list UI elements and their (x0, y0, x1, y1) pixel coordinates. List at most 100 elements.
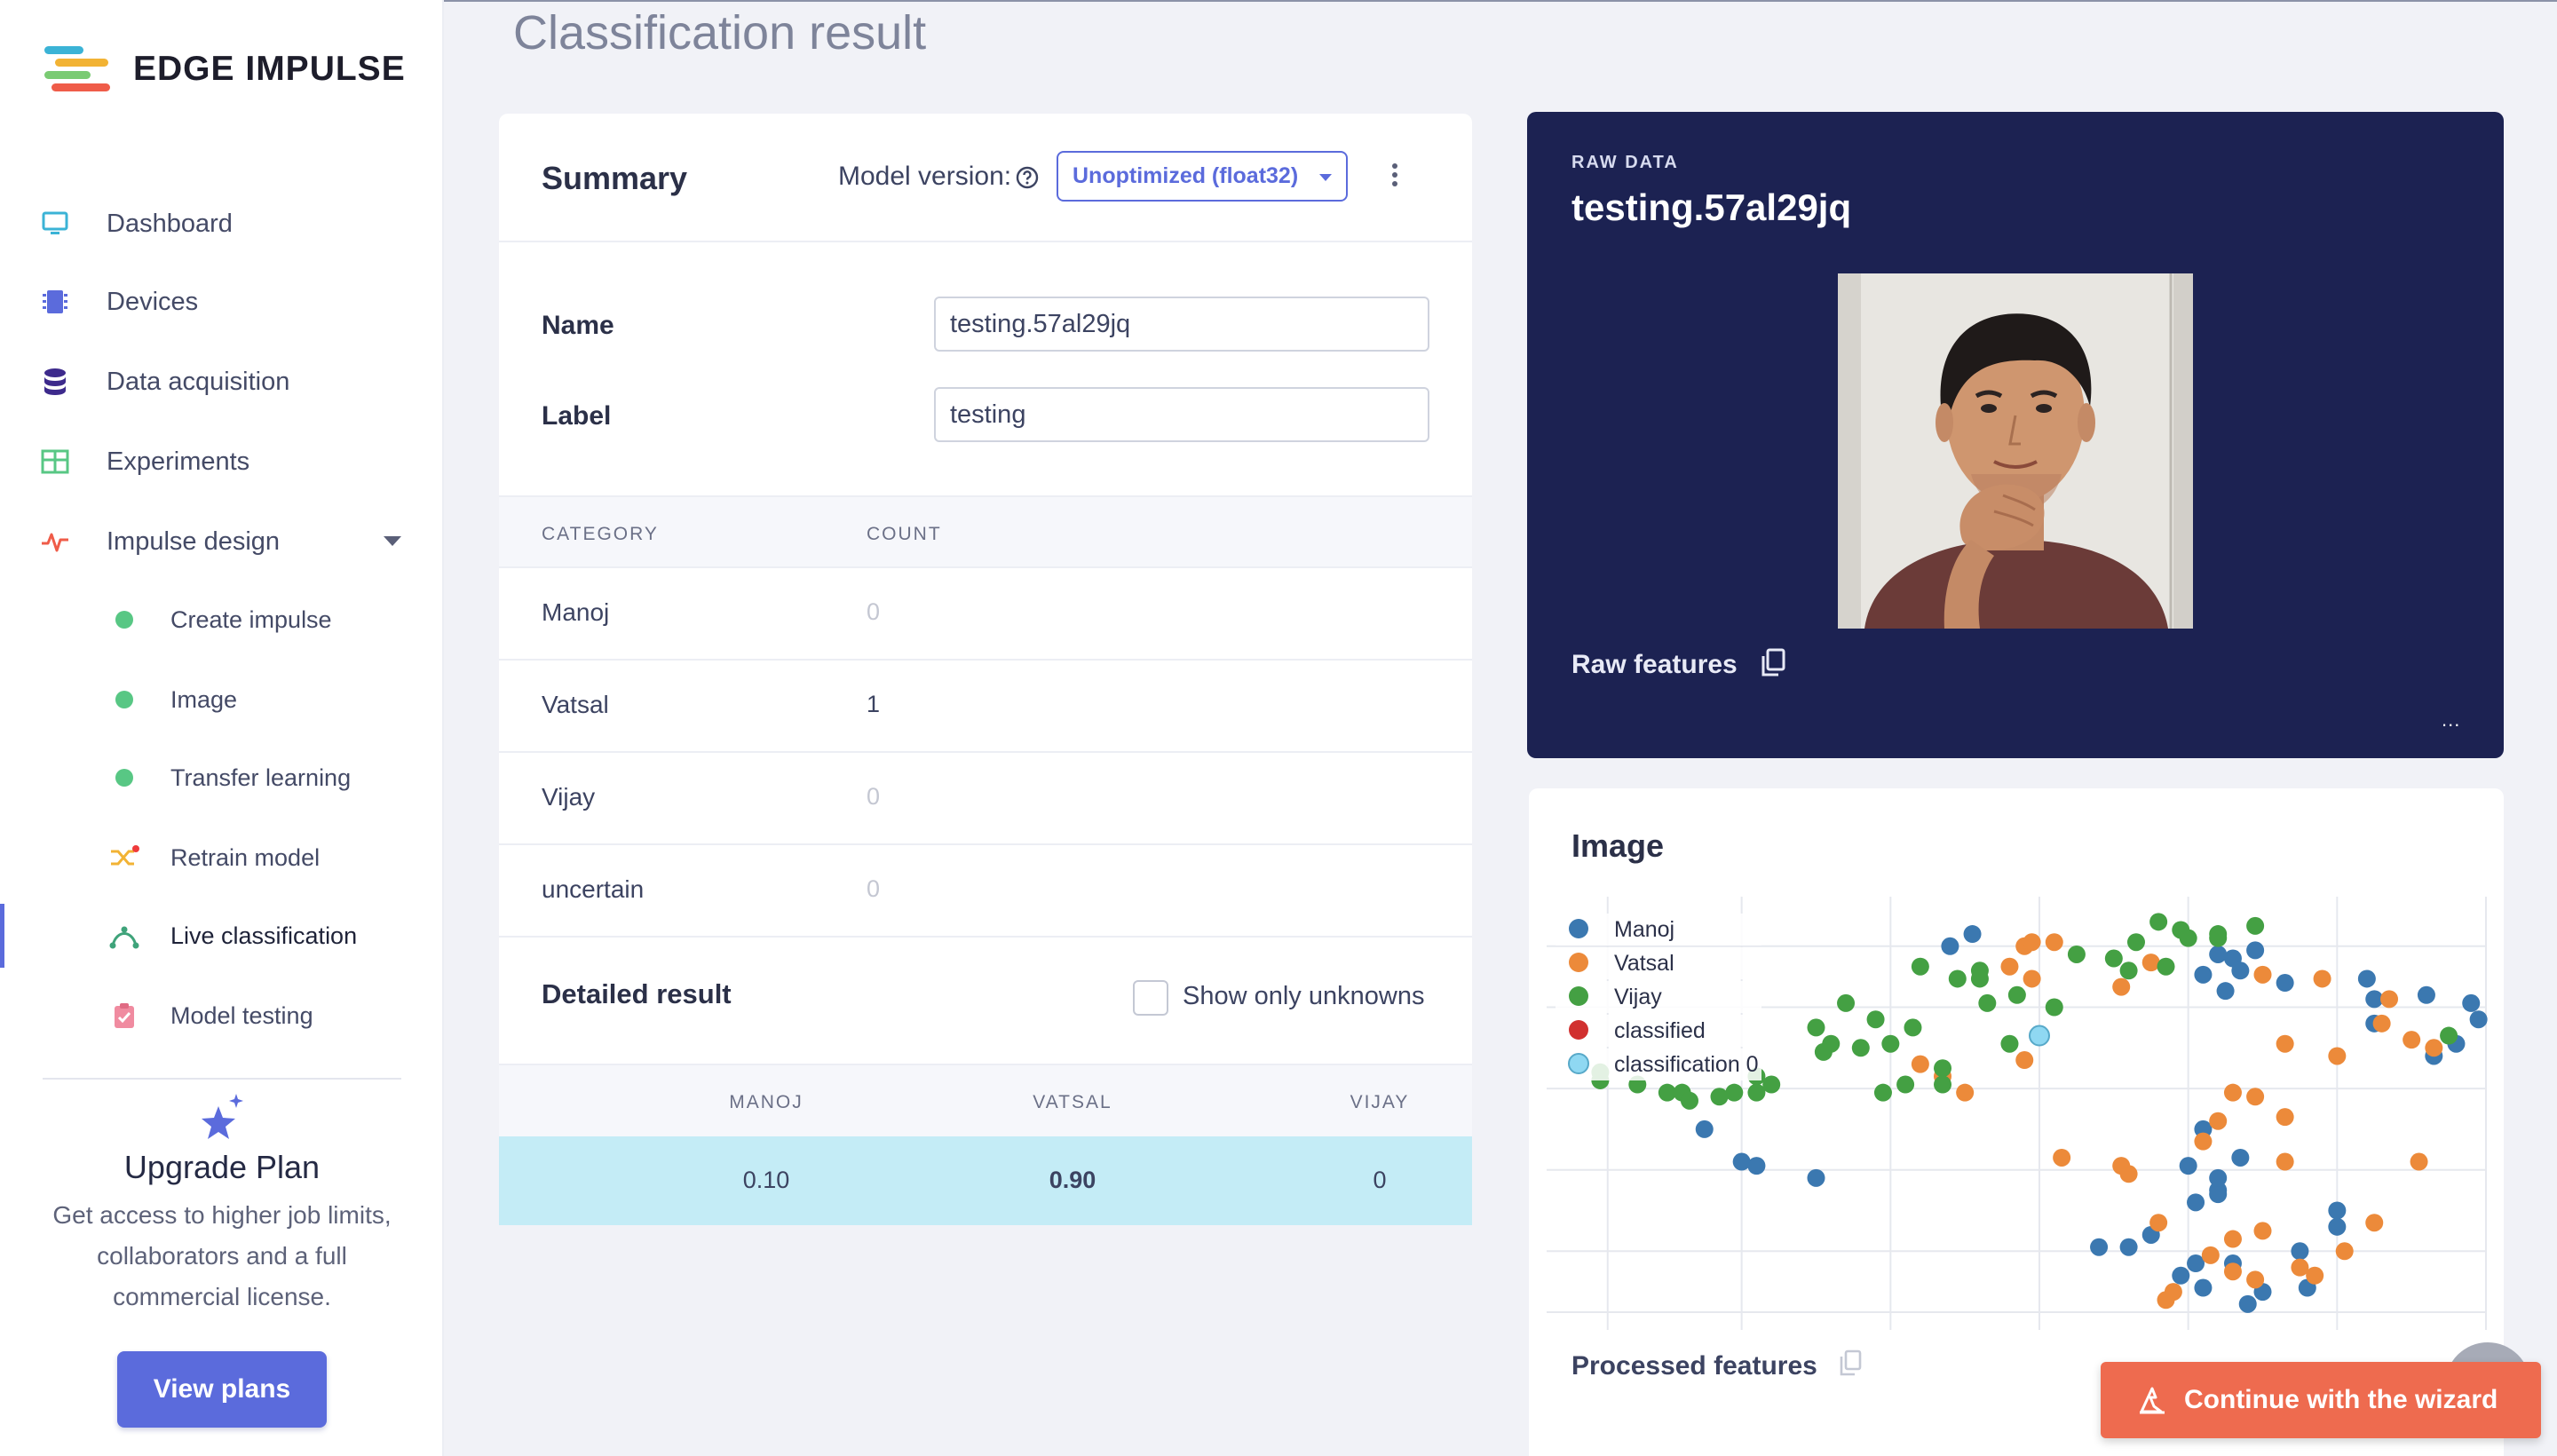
data-point-manoj[interactable] (2417, 985, 2435, 1004)
detailed-result-row[interactable]: 0.10 0.90 0 (499, 1136, 1472, 1225)
data-point-manoj[interactable] (2238, 1294, 2257, 1313)
data-point-vijay[interactable] (2067, 945, 2086, 963)
data-point-vatsal[interactable] (2045, 933, 2063, 952)
data-point-vatsal[interactable] (2276, 1108, 2294, 1127)
chevron-down-icon[interactable] (384, 536, 401, 546)
data-point-vatsal[interactable] (2119, 1165, 2138, 1183)
data-point-classification-0[interactable] (2029, 1025, 2050, 1047)
data-point-vijay[interactable] (2007, 985, 2026, 1004)
view-plans-button[interactable]: View plans (117, 1351, 327, 1428)
data-point-vatsal[interactable] (2149, 1214, 2168, 1232)
data-point-vijay[interactable] (2000, 1034, 2019, 1053)
data-point-vatsal[interactable] (2253, 1222, 2272, 1240)
data-point-vatsal[interactable] (1956, 1083, 1975, 1102)
data-point-vatsal[interactable] (2223, 1230, 2242, 1248)
data-point-vijay[interactable] (1747, 1083, 1766, 1102)
data-point-vijay[interactable] (2172, 921, 2190, 939)
legend-label[interactable]: Vijay (1614, 985, 1662, 1009)
help-circle-icon[interactable] (1016, 166, 1039, 189)
data-point-vijay[interactable] (1881, 1034, 1900, 1053)
data-point-vatsal[interactable] (2306, 1266, 2324, 1285)
data-point-vatsal[interactable] (2365, 1214, 2384, 1232)
data-point-vatsal[interactable] (1911, 1055, 1929, 1073)
data-point-vatsal[interactable] (2313, 969, 2331, 988)
data-point-manoj[interactable] (2179, 1157, 2197, 1175)
sidebar-subitem-create-impulse[interactable]: Create impulse (0, 593, 444, 646)
data-point-vatsal[interactable] (2015, 1051, 2034, 1070)
sidebar-item-impulse-design[interactable]: Impulse design (0, 515, 444, 568)
sidebar-subitem-model-testing[interactable]: Model testing (0, 989, 444, 1042)
sidebar-subitem-retrain-model[interactable]: Retrain model (0, 831, 444, 884)
data-point-vatsal[interactable] (2410, 1152, 2428, 1171)
show-unknowns-label[interactable]: Show only unknowns (1183, 982, 1424, 1011)
continue-wizard-button[interactable]: Continue with the wizard (2101, 1362, 2541, 1438)
data-point-vatsal[interactable] (2246, 1270, 2265, 1289)
data-point-manoj[interactable] (2194, 1278, 2213, 1297)
data-point-vijay[interactable] (1978, 993, 1997, 1012)
brand-logo[interactable]: EDGE IMPULSE (43, 44, 406, 94)
data-point-vijay[interactable] (1725, 1083, 1744, 1102)
data-point-vatsal[interactable] (2223, 1083, 2242, 1102)
data-point-vijay[interactable] (2157, 957, 2175, 976)
data-point-vijay[interactable] (1710, 1088, 1729, 1106)
data-point-vijay[interactable] (1873, 1083, 1892, 1102)
data-point-manoj[interactable] (2357, 969, 2376, 988)
data-point-vatsal[interactable] (2291, 1258, 2309, 1277)
data-point-vatsal[interactable] (2194, 1132, 2213, 1151)
data-point-manoj[interactable] (2209, 1168, 2228, 1187)
data-point-manoj[interactable] (1747, 1157, 1766, 1175)
data-point-vijay[interactable] (1837, 993, 1856, 1012)
data-point-manoj[interactable] (1807, 1168, 1825, 1187)
data-point-manoj[interactable] (2209, 945, 2228, 963)
data-point-vatsal[interactable] (2403, 1031, 2421, 1049)
data-point-vatsal[interactable] (2246, 1088, 2265, 1106)
show-unknowns-checkbox[interactable] (1133, 980, 1168, 1016)
data-point-manoj[interactable] (2231, 1148, 2250, 1167)
data-point-vatsal[interactable] (2335, 1242, 2354, 1261)
data-point-vijay[interactable] (2149, 913, 2168, 931)
name-input[interactable] (934, 297, 1429, 352)
legend-label[interactable]: classified (1614, 1018, 1706, 1043)
data-point-vijay[interactable] (1851, 1039, 1870, 1057)
data-point-vijay[interactable] (1904, 1018, 1922, 1037)
data-point-manoj[interactable] (2216, 982, 2235, 1001)
sidebar-subitem-image[interactable]: Image (0, 673, 444, 726)
data-point-vatsal[interactable] (2053, 1148, 2071, 1167)
legend-label[interactable]: Manoj (1614, 917, 1674, 942)
data-point-vijay[interactable] (1680, 1091, 1698, 1110)
label-input[interactable] (934, 387, 1429, 442)
data-point-manoj[interactable] (2090, 1238, 2109, 1256)
data-point-manoj[interactable] (2469, 1010, 2488, 1029)
data-point-manoj[interactable] (2187, 1254, 2205, 1273)
data-point-manoj[interactable] (2462, 993, 2481, 1012)
data-point-vijay[interactable] (2440, 1026, 2458, 1045)
data-point-vatsal[interactable] (2157, 1291, 2175, 1310)
sidebar-subitem-live-classification[interactable]: Live classification (0, 909, 444, 962)
data-point-vatsal[interactable] (2141, 954, 2160, 972)
data-point-manoj[interactable] (2194, 965, 2213, 984)
data-point-manoj[interactable] (2187, 1193, 2205, 1212)
data-point-vatsal[interactable] (2372, 1014, 2391, 1033)
data-point-vijay[interactable] (2246, 916, 2265, 935)
data-point-vatsal[interactable] (2276, 1034, 2294, 1053)
data-point-vijay[interactable] (1934, 1075, 1952, 1094)
data-point-vijay[interactable] (1762, 1075, 1781, 1094)
sidebar-item-experiments[interactable]: Experiments (0, 435, 444, 488)
model-version-select[interactable]: Unoptimized (float32) (1057, 151, 1348, 202)
data-point-vatsal[interactable] (2223, 1262, 2242, 1281)
data-point-vatsal[interactable] (2023, 933, 2041, 952)
data-point-vatsal[interactable] (2253, 965, 2272, 984)
data-point-manoj[interactable] (2246, 941, 2265, 960)
data-point-manoj[interactable] (2276, 974, 2294, 993)
sidebar-item-devices[interactable]: Devices (0, 275, 444, 328)
data-point-vijay[interactable] (1896, 1075, 1915, 1094)
data-point-vijay[interactable] (1911, 957, 1929, 976)
copy-icon[interactable] (1760, 648, 1786, 678)
sidebar-subitem-transfer-learning[interactable]: Transfer learning (0, 751, 444, 804)
data-point-manoj[interactable] (2172, 1266, 2190, 1285)
data-point-vijay[interactable] (1970, 969, 1989, 988)
data-point-vijay[interactable] (1934, 1059, 1952, 1078)
data-point-vijay[interactable] (2045, 998, 2063, 1017)
data-point-vatsal[interactable] (2209, 1112, 2228, 1130)
data-point-vatsal[interactable] (2000, 957, 2019, 976)
